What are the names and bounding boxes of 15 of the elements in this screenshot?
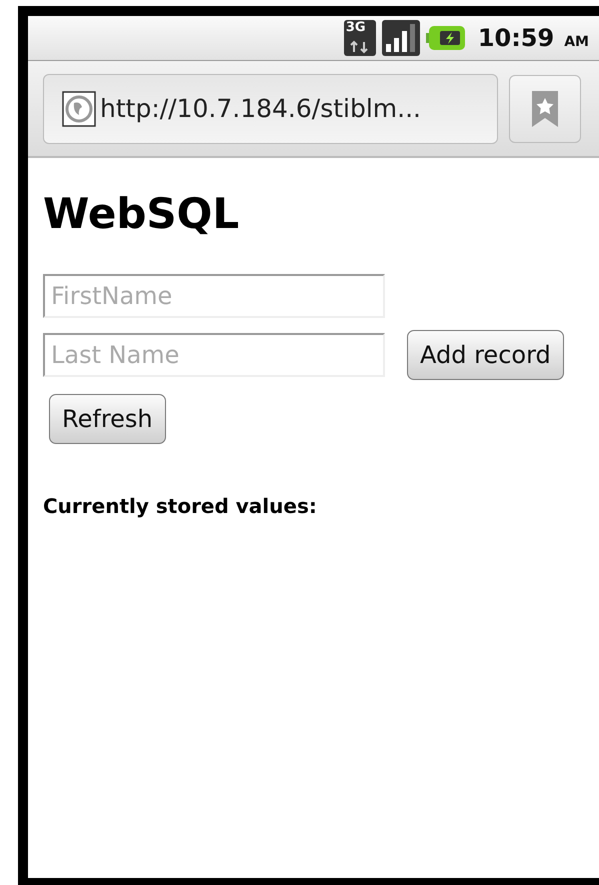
add-record-button[interactable]: Add record <box>407 330 564 380</box>
signal-icon <box>382 20 420 56</box>
clock-meridiem: AM <box>564 33 589 50</box>
clock-time: 10:59 <box>478 24 554 52</box>
url-field[interactable]: http://10.7.184.6/stiblm... <box>43 74 498 144</box>
stored-values-label: Currently stored values: <box>43 494 317 518</box>
refresh-button[interactable]: Refresh <box>49 394 166 444</box>
bookmark-button[interactable] <box>509 74 581 142</box>
name-field[interactable]: FirstName <box>43 274 385 318</box>
page-title: WebSQL <box>43 188 240 240</box>
network-3g-icon: 3G <box>344 20 376 56</box>
globe-icon <box>62 90 96 126</box>
name-field[interactable]: Last Name <box>43 333 385 377</box>
bookmark-star-icon <box>530 88 560 128</box>
battery-charging-icon <box>426 25 466 51</box>
